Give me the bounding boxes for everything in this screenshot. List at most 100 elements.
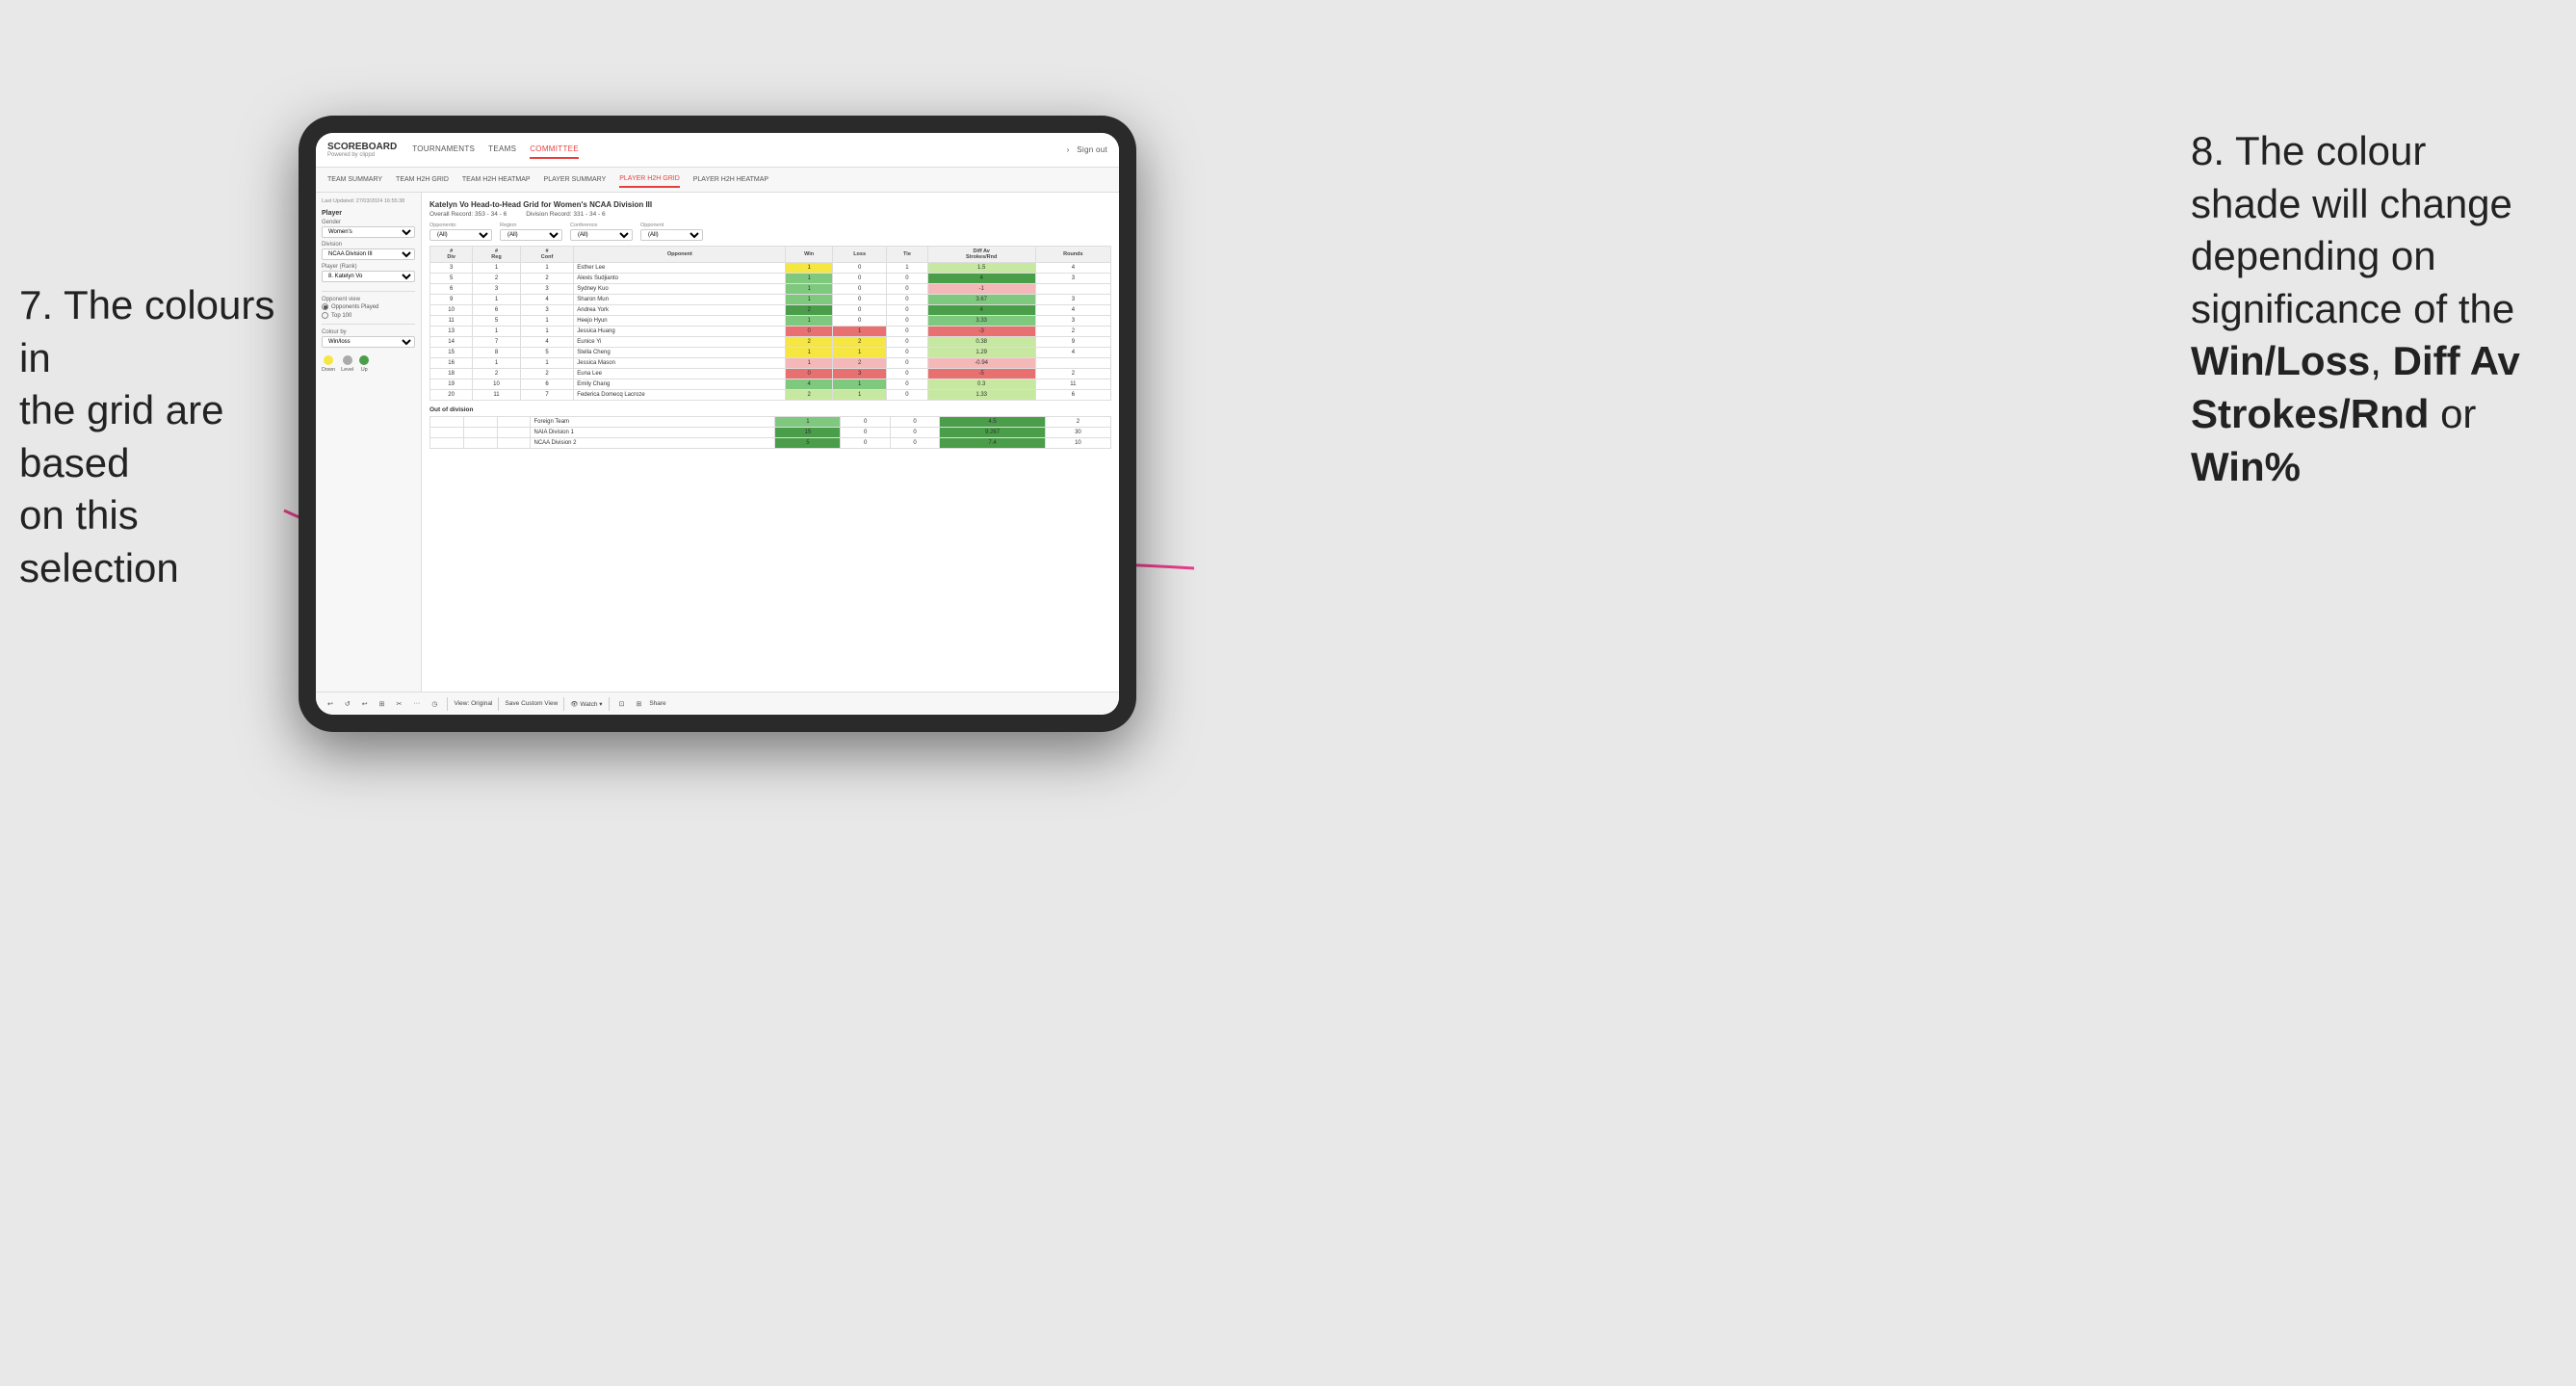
toolbar-cut[interactable]: ✂ <box>393 698 406 710</box>
toolbar-layout[interactable]: ⊞ <box>632 698 645 710</box>
toolbar-export[interactable]: ⊡ <box>615 698 629 710</box>
sub-nav-team-summary[interactable]: TEAM SUMMARY <box>327 172 382 187</box>
sidebar-opponent-view-label: Opponent view <box>322 297 415 302</box>
filter-opponent-select[interactable]: (All) <box>640 229 703 241</box>
cell-loss: 1 <box>832 327 886 337</box>
cell-rounds: 3 <box>1035 274 1110 284</box>
cell-rounds: 4 <box>1035 263 1110 274</box>
toolbar-undo[interactable]: ↩ <box>324 698 337 710</box>
table-row: 19 10 6 Emily Chang 4 1 0 0.3 11 <box>430 379 1111 390</box>
cell-reg: 1 <box>473 295 520 305</box>
toolbar-redo[interactable]: ↺ <box>341 698 354 710</box>
cell-diff-av: -0.94 <box>927 358 1035 369</box>
cell-div <box>430 428 464 438</box>
cell-win: 1 <box>786 316 832 327</box>
tablet-frame: SCOREBOARD Powered by clippd TOURNAMENTS… <box>299 116 1136 732</box>
toolbar-div3 <box>563 697 564 711</box>
filter-opponents: Opponents: (All) <box>429 222 492 241</box>
cell-loss: 3 <box>832 369 886 379</box>
cell-rounds <box>1035 358 1110 369</box>
filter-opponent: Opponent (All) <box>640 222 703 241</box>
table-row: 15 8 5 Stella Cheng 1 1 0 1.29 4 <box>430 348 1111 358</box>
cell-reg: 1 <box>473 327 520 337</box>
cell-div: 11 <box>430 316 473 327</box>
filter-opponents-select[interactable]: (All) <box>429 229 492 241</box>
table-row: 6 3 3 Sydney Kuo 1 0 0 -1 <box>430 284 1111 295</box>
toolbar-save-custom[interactable]: Save Custom View <box>505 700 558 707</box>
cell-reg: 8 <box>473 348 520 358</box>
cell-win: 1 <box>786 274 832 284</box>
cell-reg <box>463 428 497 438</box>
bottom-toolbar: ↩ ↺ ↩ ⊞ ✂ ··· ◷ View: Original Save Cust… <box>316 692 1119 715</box>
sidebar-division-select[interactable]: NCAA Division III <box>322 248 415 260</box>
cell-tie: 0 <box>887 274 927 284</box>
legend-down: Down <box>322 355 335 373</box>
toolbar-watch[interactable]: 👁 Watch ▾ <box>570 700 602 708</box>
toolbar-share[interactable]: Share <box>649 700 665 707</box>
cell-rounds: 3 <box>1035 316 1110 327</box>
sub-nav-team-h2h-heatmap[interactable]: TEAM H2H HEATMAP <box>462 172 531 187</box>
radio-opponents-played[interactable]: Opponents Played <box>322 303 415 310</box>
nav-tournaments[interactable]: TOURNAMENTS <box>412 141 475 159</box>
toolbar-clock[interactable]: ◷ <box>428 698 441 710</box>
toolbar-grid[interactable]: ⊞ <box>376 698 389 710</box>
sidebar-player-section: Player <box>322 210 415 217</box>
cell-loss: 0 <box>841 417 890 428</box>
cell-conf <box>497 417 531 428</box>
cell-loss: 1 <box>832 348 886 358</box>
cell-diff-av: 0.3 <box>927 379 1035 390</box>
annotation-right: 8. The colour shade will change dependin… <box>2191 125 2557 493</box>
cell-tie: 0 <box>887 327 927 337</box>
cell-tie: 1 <box>887 263 927 274</box>
sub-nav-player-summary[interactable]: PLAYER SUMMARY <box>544 172 607 187</box>
cell-win: 1 <box>786 284 832 295</box>
sidebar-gender-select[interactable]: Women's <box>322 226 415 238</box>
filter-row: Opponents: (All) Region (All) Conference <box>429 222 1111 241</box>
top-nav: SCOREBOARD Powered by clippd TOURNAMENTS… <box>316 133 1119 168</box>
sidebar-player-rank-label: Player (Rank) <box>322 264 415 270</box>
cell-opponent: Andrea York <box>574 305 786 316</box>
nav-committee[interactable]: COMMITTEE <box>530 141 579 159</box>
table-row: 10 6 3 Andrea York 2 0 0 4 4 <box>430 305 1111 316</box>
toolbar-back[interactable]: ↩ <box>358 698 372 710</box>
cell-conf: 7 <box>520 390 574 401</box>
sign-out-button[interactable]: Sign out <box>1077 142 1107 158</box>
sub-nav-team-h2h-grid[interactable]: TEAM H2H GRID <box>396 172 449 187</box>
cell-win: 1 <box>786 348 832 358</box>
cell-rounds: 2 <box>1035 327 1110 337</box>
cell-win: 2 <box>786 337 832 348</box>
cell-diff-av: -3 <box>927 327 1035 337</box>
sub-nav-player-h2h-grid[interactable]: PLAYER H2H GRID <box>619 171 680 188</box>
sidebar-colour-by-select[interactable]: Win/loss <box>322 336 415 348</box>
radio-top100[interactable]: Top 100 <box>322 312 415 319</box>
nav-teams[interactable]: TEAMS <box>488 141 516 159</box>
cell-rounds: 2 <box>1035 369 1110 379</box>
ood-table-row: Foreign Team 1 0 0 4.5 2 <box>430 417 1111 428</box>
cell-conf: 6 <box>520 379 574 390</box>
cell-rounds: 3 <box>1035 295 1110 305</box>
cell-win: 1 <box>786 263 832 274</box>
cell-conf: 2 <box>520 369 574 379</box>
sub-nav-player-h2h-heatmap[interactable]: PLAYER H2H HEATMAP <box>693 172 768 187</box>
filter-region-select[interactable]: (All) <box>500 229 562 241</box>
cell-diff-av: -5 <box>927 369 1035 379</box>
cell-reg: 6 <box>473 305 520 316</box>
cell-reg: 7 <box>473 337 520 348</box>
cell-reg: 3 <box>473 284 520 295</box>
cell-conf: 1 <box>520 358 574 369</box>
cell-tie: 0 <box>887 305 927 316</box>
sidebar-player-rank-select[interactable]: 8. Katelyn Vo <box>322 271 415 282</box>
cell-win: 1 <box>786 295 832 305</box>
cell-win: 1 <box>786 358 832 369</box>
cell-reg: 1 <box>473 358 520 369</box>
cell-div: 16 <box>430 358 473 369</box>
cell-tie: 0 <box>887 295 927 305</box>
ood-table-row: NCAA Division 2 5 0 0 7.4 10 <box>430 438 1111 449</box>
table-row: 9 1 4 Sharon Mun 1 0 0 3.67 3 <box>430 295 1111 305</box>
col-reg: #Reg <box>473 247 520 263</box>
cell-diff-av: 1.5 <box>927 263 1035 274</box>
cell-opponent: Sharon Mun <box>574 295 786 305</box>
filter-conference-select[interactable]: (All) <box>570 229 633 241</box>
toolbar-view-original[interactable]: View: Original <box>454 700 492 707</box>
toolbar-more[interactable]: ··· <box>409 698 424 709</box>
